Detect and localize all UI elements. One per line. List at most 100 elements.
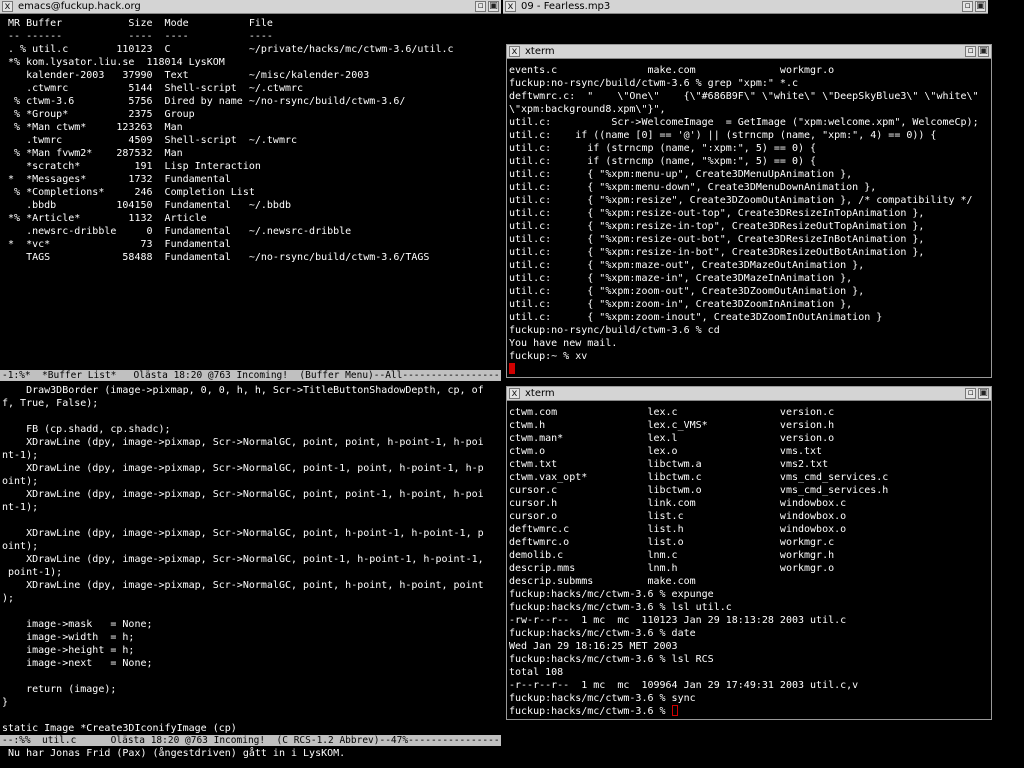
code-line: XDrawLine (dpy, image->pixmap, Scr->Norm… [2, 554, 484, 565]
xterm-top-zoom-icon[interactable]: ▣ [978, 46, 989, 57]
xterm-bottom-terminal[interactable]: ctwm.com lex.c version.c ctwm.h lex.c_VM… [509, 406, 888, 718]
xterm-top-line: util.c: { "%xpm:resize-out-top", Create3… [509, 208, 925, 219]
code-line: point-1); [2, 567, 63, 578]
mp3-close-icon[interactable]: x [505, 1, 516, 12]
code-line: oint); [2, 476, 39, 487]
buffer-list-line: % *Man fvwm2* 287532 Man [2, 148, 183, 159]
buffer-list-line: % *Completions* 246 Completion List [2, 187, 255, 198]
xterm-bottom-line: descrip.submms make.com [509, 576, 696, 587]
xterm-top-terminal[interactable]: events.c make.com workmgr.o fuckup:no-rs… [509, 64, 979, 376]
buffer-list-line: *% *Article* 1132 Article [2, 213, 207, 224]
xterm-top-iconify-icon[interactable]: ▫ [965, 46, 976, 57]
buffer-list-line: kalender-2003 37990 Text ~/misc/kalender… [2, 70, 370, 81]
xterm-top-line: fuckup:no-rsync/build/ctwm-3.6 % cd [509, 325, 720, 336]
xterm-bottom-line: cursor.c libctwm.o vms_cmd_services.h [509, 485, 889, 496]
xterm-top-line: util.c: { "%xpm:maze-in", Create3DMazeIn… [509, 273, 853, 284]
xterm-bottom-title: xterm [525, 388, 555, 399]
text-cursor [509, 363, 515, 374]
xterm-top-close-icon[interactable]: x [509, 46, 520, 57]
xterm-bottom-line: fuckup:hacks/mc/ctwm-3.6 % date [509, 628, 696, 639]
xterm-bottom-line: deftwmrc.c list.h windowbox.o [509, 524, 847, 535]
code-line: image->width = h; [2, 632, 135, 643]
xterm-top-line: util.c: { "%xpm:maze-out", Create3DMazeO… [509, 260, 865, 271]
code-line: nt-1); [2, 502, 39, 513]
code-line: image->height = h; [2, 645, 135, 656]
code-line: return (image); [2, 684, 117, 695]
emacs-zoom-icon[interactable]: ▣ [488, 1, 499, 12]
xterm-bottom-line: fuckup:hacks/mc/ctwm-3.6 % [509, 706, 672, 717]
xterm-top-line: util.c: if ((name [0] == '@') || (strncm… [509, 130, 937, 141]
mp3-window[interactable]: x 09 - Fearless.mp3 ▫ ▣ [503, 0, 988, 15]
buffer-list-line: MR Buffer Size Mode File [2, 18, 273, 29]
xterm-bottom-line: ctwm.vax_opt* libctwm.c vms_cmd_services… [509, 472, 889, 483]
xterm-top-line: You have new mail. [509, 338, 618, 349]
emacs-window[interactable]: x emacs@fuckup.hack.org ▫ ▣ MR Buffer Si… [0, 0, 501, 768]
xterm-bottom-zoom-icon[interactable]: ▣ [978, 388, 989, 399]
xterm-bottom-titlebar[interactable]: x xterm ▫ ▣ [507, 387, 991, 401]
xterm-bottom-line: Wed Jan 29 18:16:25 MET 2003 [509, 641, 678, 652]
code-line: } [2, 697, 9, 708]
code-line: XDrawLine (dpy, image->pixmap, Scr->Norm… [2, 437, 484, 448]
buffer-list-line: % *Man ctwm* 123263 Man [2, 122, 183, 133]
mp3-title: 09 - Fearless.mp3 [521, 1, 611, 12]
xterm-bottom-line: ctwm.h lex.c_VMS* version.h [509, 420, 835, 431]
xterm-top-line: util.c: { "%xpm:menu-down", Create3DMenu… [509, 182, 877, 193]
emacs-titlebar[interactable]: x emacs@fuckup.hack.org ▫ ▣ [0, 0, 501, 14]
xterm-top-line: events.c make.com workmgr.o [509, 65, 835, 76]
code-line: image->next = None; [2, 658, 153, 669]
buffer-list-line: .newsrc-dribble 0 Fundamental ~/.newsrc-… [2, 226, 352, 237]
xterm-window-top[interactable]: x xterm ▫ ▣ events.c make.com workmgr.o … [506, 44, 992, 378]
xterm-top-titlebar[interactable]: x xterm ▫ ▣ [507, 45, 991, 59]
xterm-bottom-line: cursor.o list.c windowbox.o [509, 511, 847, 522]
code-line: XDrawLine (dpy, image->pixmap, Scr->Norm… [2, 489, 484, 500]
code-line: static Image *Create3DIconifyImage (cp) [2, 723, 237, 734]
xterm-top-line: util.c: { "%xpm:resize-in-top", Create3D… [509, 221, 925, 232]
buffer-list-line: .twmrc 4509 Shell-script ~/.twmrc [2, 135, 298, 146]
buffer-list-line: .ctwmrc 5144 Shell-script ~/.ctwmrc [2, 83, 304, 94]
xterm-bottom-line: -r--r--r-- 1 mc mc 109964 Jan 29 17:49:3… [509, 680, 859, 691]
code-modeline: --:%% util.c Olästa 18:20 @763 Incoming!… [0, 735, 501, 746]
code-editor[interactable]: Draw3DBorder (image->pixmap, 0, 0, h, h,… [2, 384, 484, 735]
code-line: nt-1); [2, 450, 39, 461]
emacs-title: emacs@fuckup.hack.org [18, 1, 141, 12]
code-line: image->mask = None; [2, 619, 153, 630]
xterm-top-line: util.c: { "%xpm:resize", Create3DZoomOut… [509, 195, 973, 206]
xterm-top-line: util.c: { "%xpm:resize-in-bot", Create3D… [509, 247, 925, 258]
code-line: XDrawLine (dpy, image->pixmap, Scr->Norm… [2, 463, 484, 474]
buffer-list-line: .bbdb 104150 Fundamental ~/.bbdb [2, 200, 291, 211]
xterm-bottom-line: -rw-r--r-- 1 mc mc 110123 Jan 29 18:13:2… [509, 615, 847, 626]
xterm-bottom-line: fuckup:hacks/mc/ctwm-3.6 % lsl util.c [509, 602, 732, 613]
buffer-list-line: % *Group* 2375 Group [2, 109, 195, 120]
code-line: oint); [2, 541, 39, 552]
xterm-bottom-line: cursor.h link.com windowbox.c [509, 498, 847, 509]
buffer-list[interactable]: MR Buffer Size Mode File -- ------ ---- … [2, 17, 454, 264]
xterm-top-line: util.c: { "%xpm:zoom-out", Create3DZoomO… [509, 286, 865, 297]
xterm-bottom-line: total 108 [509, 667, 564, 678]
code-line: Draw3DBorder (image->pixmap, 0, 0, h, h,… [2, 385, 484, 396]
xterm-top-title: xterm [525, 46, 555, 57]
xterm-bottom-line: ctwm.o lex.o vms.txt [509, 446, 823, 457]
code-line: XDrawLine (dpy, image->pixmap, Scr->Norm… [2, 580, 484, 591]
xterm-top-line: \"xpm:background8.xpm\"}", [509, 104, 666, 115]
xterm-bottom-close-icon[interactable]: x [509, 388, 520, 399]
xterm-top-line: util.c: { "%xpm:menu-up", Create3DMenuUp… [509, 169, 853, 180]
minibuffer[interactable]: Nu har Jonas Frid (Pax) (ångestdriven) g… [2, 747, 345, 760]
xterm-bottom-line: fuckup:hacks/mc/ctwm-3.6 % expunge [509, 589, 714, 600]
xterm-top-line: deftwmrc.c: " \"One\" {\"#686B9F\" \"whi… [509, 91, 979, 102]
xterm-bottom-line: fuckup:hacks/mc/ctwm-3.6 % lsl RCS [509, 654, 714, 665]
xterm-window-bottom[interactable]: x xterm ▫ ▣ ctwm.com lex.c version.c ctw… [506, 386, 992, 720]
code-line: f, True, False); [2, 398, 99, 409]
mp3-zoom-icon[interactable]: ▣ [975, 1, 986, 12]
xterm-bottom-line: demolib.c lnm.c workmgr.h [509, 550, 835, 561]
code-line: FB (cp.shadd, cp.shadc); [2, 424, 171, 435]
buffer-list-line: -- ------ ---- ---- ---- [2, 31, 273, 42]
xterm-bottom-iconify-icon[interactable]: ▫ [965, 388, 976, 399]
mp3-iconify-icon[interactable]: ▫ [962, 1, 973, 12]
mp3-titlebar[interactable]: x 09 - Fearless.mp3 ▫ ▣ [503, 0, 988, 14]
xterm-top-line: util.c: if (strncmp (name, "%xpm:", 5) =… [509, 156, 817, 167]
emacs-close-icon[interactable]: x [2, 1, 13, 12]
xterm-bottom-line: descrip.mms lnm.h workmgr.o [509, 563, 835, 574]
xterm-bottom-line: fuckup:hacks/mc/ctwm-3.6 % sync [509, 693, 696, 704]
code-line: ); [2, 593, 15, 604]
emacs-iconify-icon[interactable]: ▫ [475, 1, 486, 12]
